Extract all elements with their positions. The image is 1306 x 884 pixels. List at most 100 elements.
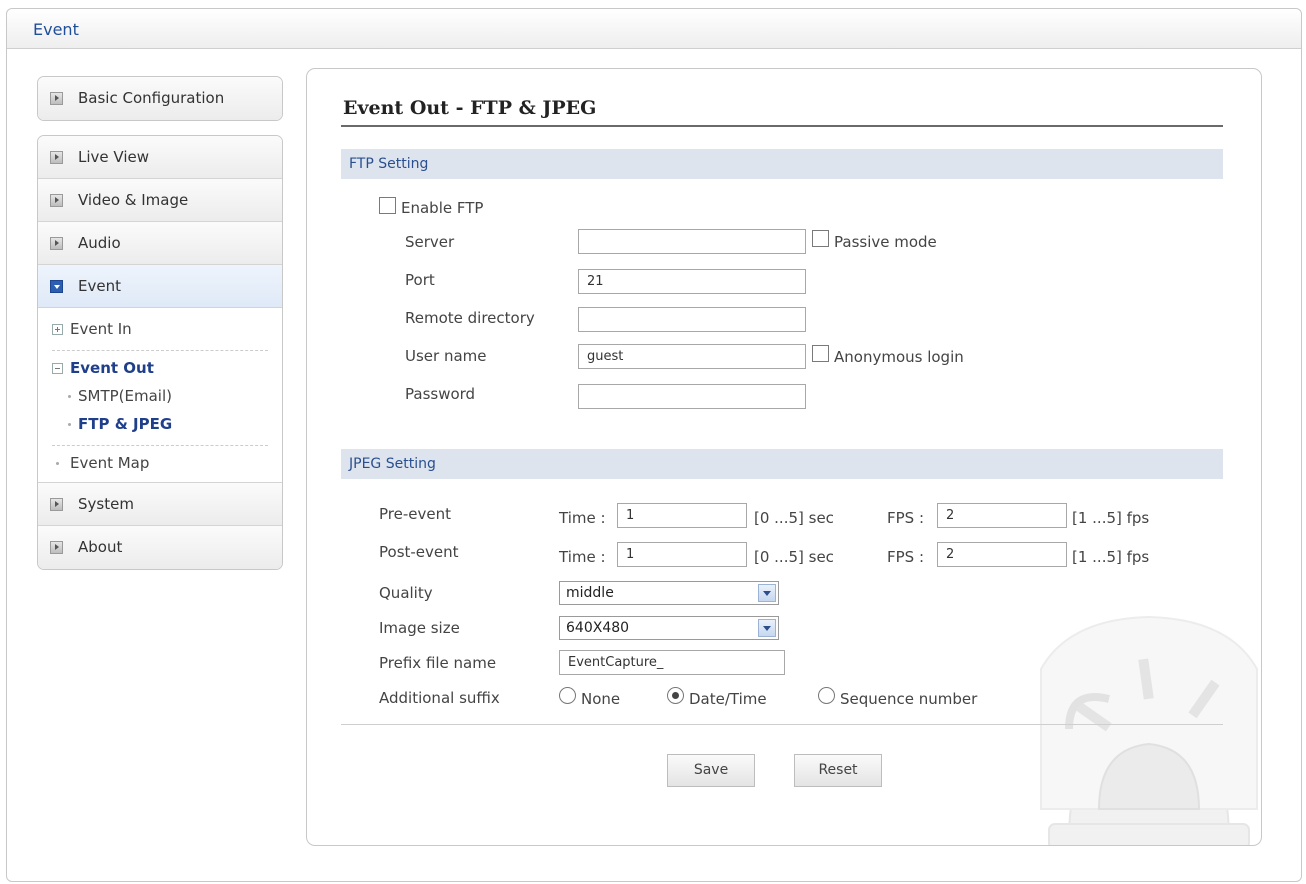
image-size-select[interactable]: 640X480 — [559, 616, 779, 640]
sidebar-item-about[interactable]: About — [38, 526, 282, 569]
sidebar-item-label: Live View — [78, 148, 149, 166]
password-label: Password — [405, 385, 476, 403]
pre-time-range: [0 ...5] sec — [754, 509, 834, 527]
image-size-label: Image size — [379, 619, 460, 637]
port-input[interactable] — [578, 269, 806, 294]
sidebar-main-group: Live View Video & Image Audio Event Even… — [37, 135, 283, 570]
collapse-arrow-icon — [50, 280, 63, 293]
sidebar-basic-group: Basic Configuration — [37, 76, 283, 121]
expand-arrow-icon — [50, 92, 63, 105]
expand-plus-icon — [52, 324, 63, 335]
submenu-label: Event In — [70, 320, 132, 338]
submenu-label: Event Map — [70, 454, 150, 472]
title-divider — [341, 125, 1223, 127]
remote-directory-input[interactable] — [578, 307, 806, 332]
submenu-item-smtp[interactable]: SMTP(Email) — [38, 385, 282, 413]
submenu-item-event-out[interactable]: Event Out — [38, 357, 282, 385]
alarm-bell-watermark-icon — [1040, 615, 1258, 845]
sidebar-item-live-view[interactable]: Live View — [38, 136, 282, 179]
suffix-sequence-label: Sequence number — [840, 690, 978, 708]
submenu-label: SMTP(Email) — [78, 387, 172, 405]
sidebar-item-label: System — [78, 495, 134, 513]
ftp-section-header: FTP Setting — [341, 149, 1223, 179]
divider — [52, 350, 268, 351]
pre-fps-label: FPS : — [887, 509, 925, 527]
image-size-selected-value: 640X480 — [566, 620, 630, 636]
form-divider — [341, 724, 1223, 725]
sidebar-item-event[interactable]: Event — [38, 265, 282, 308]
main-panel: Event Out - FTP & JPEG FTP Setting Enabl… — [306, 68, 1262, 846]
bullet-icon — [56, 462, 59, 465]
divider — [52, 445, 268, 446]
sidebar-item-label: Event — [78, 277, 121, 295]
sidebar-item-basic-configuration[interactable]: Basic Configuration — [38, 77, 282, 120]
suffix-sequence-radio[interactable] — [818, 687, 835, 704]
page-title: Event Out - FTP & JPEG — [343, 97, 597, 119]
expand-arrow-icon — [50, 541, 63, 554]
reset-button[interactable]: Reset — [794, 754, 882, 787]
submenu-item-ftp-jpeg[interactable]: FTP & JPEG — [38, 413, 282, 441]
pre-event-time-input[interactable] — [617, 503, 747, 528]
anonymous-login-label: Anonymous login — [834, 348, 964, 366]
quality-select[interactable]: middle — [559, 581, 779, 605]
submenu-item-event-in[interactable]: Event In — [38, 318, 282, 346]
expand-arrow-icon — [50, 194, 63, 207]
collapse-minus-icon — [52, 363, 63, 374]
quality-selected-value: middle — [566, 585, 614, 601]
jpeg-section-header: JPEG Setting — [341, 449, 1223, 479]
dropdown-arrow-icon — [758, 584, 776, 602]
pre-event-label: Pre-event — [379, 505, 451, 523]
expand-arrow-icon — [50, 498, 63, 511]
pre-fps-range: [1 ...5] fps — [1072, 509, 1150, 527]
sidebar-item-label: Audio — [78, 234, 121, 252]
post-time-label: Time : — [559, 548, 606, 566]
post-fps-label: FPS : — [887, 548, 925, 566]
suffix-none-label: None — [581, 690, 621, 708]
bullet-icon — [68, 423, 71, 426]
prefix-file-name-label: Prefix file name — [379, 654, 497, 672]
post-event-time-input[interactable] — [617, 542, 747, 567]
pre-time-label: Time : — [559, 509, 606, 527]
server-label: Server — [405, 233, 455, 251]
enable-ftp-label: Enable FTP — [401, 199, 484, 217]
submenu-label: Event Out — [70, 359, 154, 377]
pre-event-fps-input[interactable] — [937, 503, 1067, 528]
sidebar-item-video-image[interactable]: Video & Image — [38, 179, 282, 222]
post-event-fps-input[interactable] — [937, 542, 1067, 567]
enable-ftp-checkbox[interactable] — [379, 197, 396, 214]
section-title: JPEG Setting — [349, 456, 436, 472]
quality-label: Quality — [379, 584, 433, 602]
sidebar-item-label: Basic Configuration — [78, 89, 225, 107]
suffix-datetime-radio[interactable] — [667, 687, 684, 704]
suffix-datetime-label: Date/Time — [689, 690, 767, 708]
passive-mode-label: Passive mode — [834, 233, 937, 251]
server-input[interactable] — [578, 229, 806, 254]
suffix-none-radio[interactable] — [559, 687, 576, 704]
sidebar-item-audio[interactable]: Audio — [38, 222, 282, 265]
expand-arrow-icon — [50, 237, 63, 250]
submenu-item-event-map[interactable]: Event Map — [38, 452, 282, 480]
expand-arrow-icon — [50, 151, 63, 164]
sidebar-item-label: About — [78, 538, 123, 556]
prefix-file-name-input[interactable] — [559, 650, 785, 675]
anonymous-login-checkbox[interactable] — [812, 345, 829, 362]
post-fps-range: [1 ...5] fps — [1072, 548, 1150, 566]
save-button[interactable]: Save — [667, 754, 755, 787]
passive-mode-checkbox[interactable] — [812, 230, 829, 247]
user-name-input[interactable] — [578, 344, 806, 369]
post-time-range: [0 ...5] sec — [754, 548, 834, 566]
submenu-label: FTP & JPEG — [78, 415, 173, 433]
password-input[interactable] — [578, 384, 806, 409]
bullet-icon — [68, 395, 71, 398]
user-name-label: User name — [405, 347, 487, 365]
sidebar-item-label: Video & Image — [78, 191, 189, 209]
page-header-title: Event — [33, 20, 79, 39]
section-title: FTP Setting — [349, 156, 429, 172]
port-label: Port — [405, 271, 435, 289]
sidebar-item-system[interactable]: System — [38, 483, 282, 526]
top-bar: Event — [7, 9, 1301, 49]
remote-directory-label: Remote directory — [405, 309, 535, 327]
post-event-label: Post-event — [379, 543, 459, 561]
dropdown-arrow-icon — [758, 619, 776, 637]
additional-suffix-label: Additional suffix — [379, 689, 500, 707]
